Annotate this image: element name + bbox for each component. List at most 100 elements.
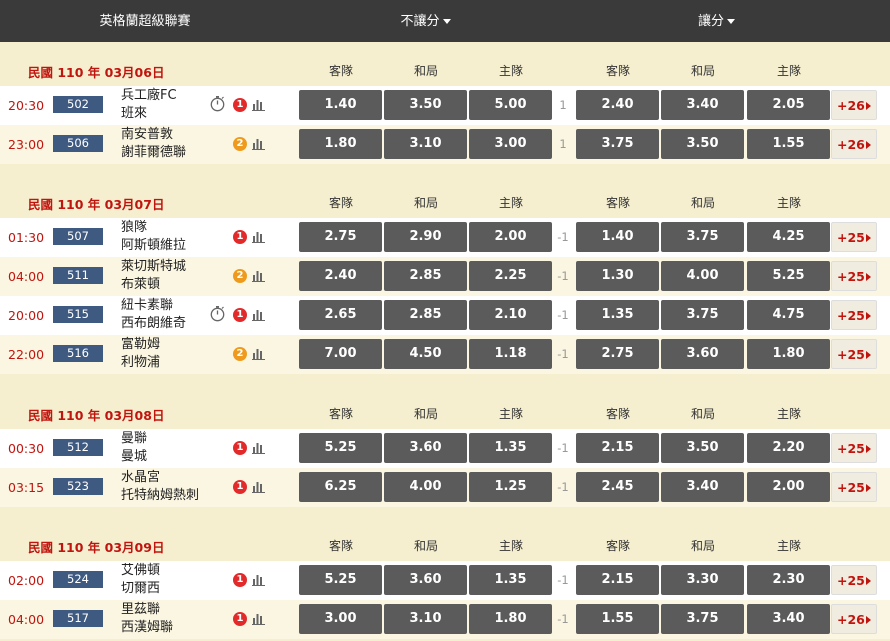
bar-chart-icon[interactable]	[252, 572, 265, 586]
odds-button[interactable]: 5.00	[469, 90, 552, 120]
odds-button[interactable]: 1.35	[469, 565, 552, 595]
odds-button[interactable]: 3.50	[384, 90, 467, 120]
handicap-odds-button[interactable]: 3.75	[661, 222, 744, 252]
handicap-odds-button[interactable]: 1.55	[747, 129, 830, 159]
no-handicap-sort[interactable]: 不讓分	[297, 0, 554, 42]
handicap-odds-button[interactable]: 3.40	[661, 90, 744, 120]
team-names[interactable]: 萊切斯特城 布萊頓	[121, 258, 186, 294]
handicap-odds-button[interactable]: 3.60	[661, 339, 744, 369]
handicap-odds-button[interactable]: 2.45	[576, 472, 659, 502]
away-team[interactable]: 兵工廠FC	[121, 87, 177, 105]
stopwatch-icon[interactable]	[209, 305, 226, 322]
more-markets-button[interactable]: +25	[831, 261, 877, 291]
handicap-sort[interactable]: 讓分	[575, 0, 858, 42]
more-markets-button[interactable]: +25	[831, 565, 877, 595]
handicap-odds-button[interactable]: 2.00	[747, 472, 830, 502]
odds-button[interactable]: 3.00	[299, 604, 382, 634]
more-markets-button[interactable]: +25	[831, 222, 877, 252]
more-markets-button[interactable]: +25	[831, 433, 877, 463]
handicap-odds-button[interactable]: 3.50	[661, 433, 744, 463]
odds-button[interactable]: 3.60	[384, 433, 467, 463]
more-markets-button[interactable]: +26	[831, 129, 877, 159]
bar-chart-icon[interactable]	[252, 611, 265, 625]
handicap-odds-button[interactable]: 3.75	[661, 604, 744, 634]
team-names[interactable]: 曼聯 曼城	[121, 430, 147, 466]
odds-button[interactable]: 3.10	[384, 129, 467, 159]
handicap-odds-button[interactable]: 2.40	[576, 90, 659, 120]
handicap-odds-button[interactable]: 2.20	[747, 433, 830, 463]
odds-button[interactable]: 2.40	[299, 261, 382, 291]
team-names[interactable]: 艾佛頓 切爾西	[121, 562, 160, 598]
handicap-odds-button[interactable]: 2.15	[576, 433, 659, 463]
odds-button[interactable]: 3.60	[384, 565, 467, 595]
handicap-odds-button[interactable]: 1.80	[747, 339, 830, 369]
away-team[interactable]: 里茲聯	[121, 601, 173, 619]
team-names[interactable]: 狼隊 阿斯頓維拉	[121, 219, 186, 255]
handicap-odds-button[interactable]: 3.40	[747, 604, 830, 634]
odds-button[interactable]: 1.18	[469, 339, 552, 369]
odds-button[interactable]: 4.50	[384, 339, 467, 369]
handicap-odds-button[interactable]: 4.75	[747, 300, 830, 330]
away-team[interactable]: 南安普敦	[121, 126, 186, 144]
odds-button[interactable]: 5.25	[299, 565, 382, 595]
handicap-odds-button[interactable]: 4.00	[661, 261, 744, 291]
team-names[interactable]: 兵工廠FC 班來	[121, 87, 177, 123]
bar-chart-icon[interactable]	[252, 440, 265, 454]
away-team[interactable]: 萊切斯特城	[121, 258, 186, 276]
home-team[interactable]: 西漢姆聯	[121, 619, 173, 637]
odds-button[interactable]: 6.25	[299, 472, 382, 502]
odds-button[interactable]: 2.25	[469, 261, 552, 291]
handicap-odds-button[interactable]: 3.40	[661, 472, 744, 502]
team-names[interactable]: 水晶宮 托特納姆熱刺	[121, 469, 199, 505]
odds-button[interactable]: 7.00	[299, 339, 382, 369]
odds-button[interactable]: 2.90	[384, 222, 467, 252]
handicap-odds-button[interactable]: 2.75	[576, 339, 659, 369]
handicap-odds-button[interactable]: 3.30	[661, 565, 744, 595]
bar-chart-icon[interactable]	[252, 268, 265, 282]
bar-chart-icon[interactable]	[252, 136, 265, 150]
away-team[interactable]: 紐卡素聯	[121, 297, 186, 315]
odds-button[interactable]: 2.85	[384, 261, 467, 291]
home-team[interactable]: 托特納姆熱刺	[121, 487, 199, 505]
home-team[interactable]: 阿斯頓維拉	[121, 237, 186, 255]
odds-button[interactable]: 2.75	[299, 222, 382, 252]
home-team[interactable]: 布萊頓	[121, 276, 186, 294]
away-team[interactable]: 富勒姆	[121, 336, 160, 354]
home-team[interactable]: 謝菲爾德聯	[121, 144, 186, 162]
more-markets-button[interactable]: +26	[831, 604, 877, 634]
odds-button[interactable]: 2.85	[384, 300, 467, 330]
stopwatch-icon[interactable]	[209, 95, 226, 112]
handicap-odds-button[interactable]: 2.05	[747, 90, 830, 120]
bar-chart-icon[interactable]	[252, 229, 265, 243]
home-team[interactable]: 利物浦	[121, 354, 160, 372]
odds-button[interactable]: 3.10	[384, 604, 467, 634]
handicap-odds-button[interactable]: 3.50	[661, 129, 744, 159]
more-markets-button[interactable]: +25	[831, 300, 877, 330]
odds-button[interactable]: 1.80	[299, 129, 382, 159]
bar-chart-icon[interactable]	[252, 97, 265, 111]
more-markets-button[interactable]: +25	[831, 339, 877, 369]
bar-chart-icon[interactable]	[252, 307, 265, 321]
handicap-odds-button[interactable]: 4.25	[747, 222, 830, 252]
handicap-odds-button[interactable]: 1.40	[576, 222, 659, 252]
handicap-odds-button[interactable]: 5.25	[747, 261, 830, 291]
more-markets-button[interactable]: +25	[831, 472, 877, 502]
odds-button[interactable]: 1.40	[299, 90, 382, 120]
away-team[interactable]: 艾佛頓	[121, 562, 160, 580]
away-team[interactable]: 水晶宮	[121, 469, 199, 487]
odds-button[interactable]: 4.00	[384, 472, 467, 502]
away-team[interactable]: 狼隊	[121, 219, 186, 237]
odds-button[interactable]: 2.10	[469, 300, 552, 330]
handicap-odds-button[interactable]: 1.35	[576, 300, 659, 330]
odds-button[interactable]: 5.25	[299, 433, 382, 463]
odds-button[interactable]: 1.25	[469, 472, 552, 502]
home-team[interactable]: 西布朗維奇	[121, 315, 186, 333]
bar-chart-icon[interactable]	[252, 479, 265, 493]
handicap-odds-button[interactable]: 3.75	[661, 300, 744, 330]
handicap-odds-button[interactable]: 2.15	[576, 565, 659, 595]
home-team[interactable]: 班來	[121, 105, 177, 123]
handicap-odds-button[interactable]: 2.30	[747, 565, 830, 595]
handicap-odds-button[interactable]: 1.55	[576, 604, 659, 634]
team-names[interactable]: 富勒姆 利物浦	[121, 336, 160, 372]
odds-button[interactable]: 2.00	[469, 222, 552, 252]
